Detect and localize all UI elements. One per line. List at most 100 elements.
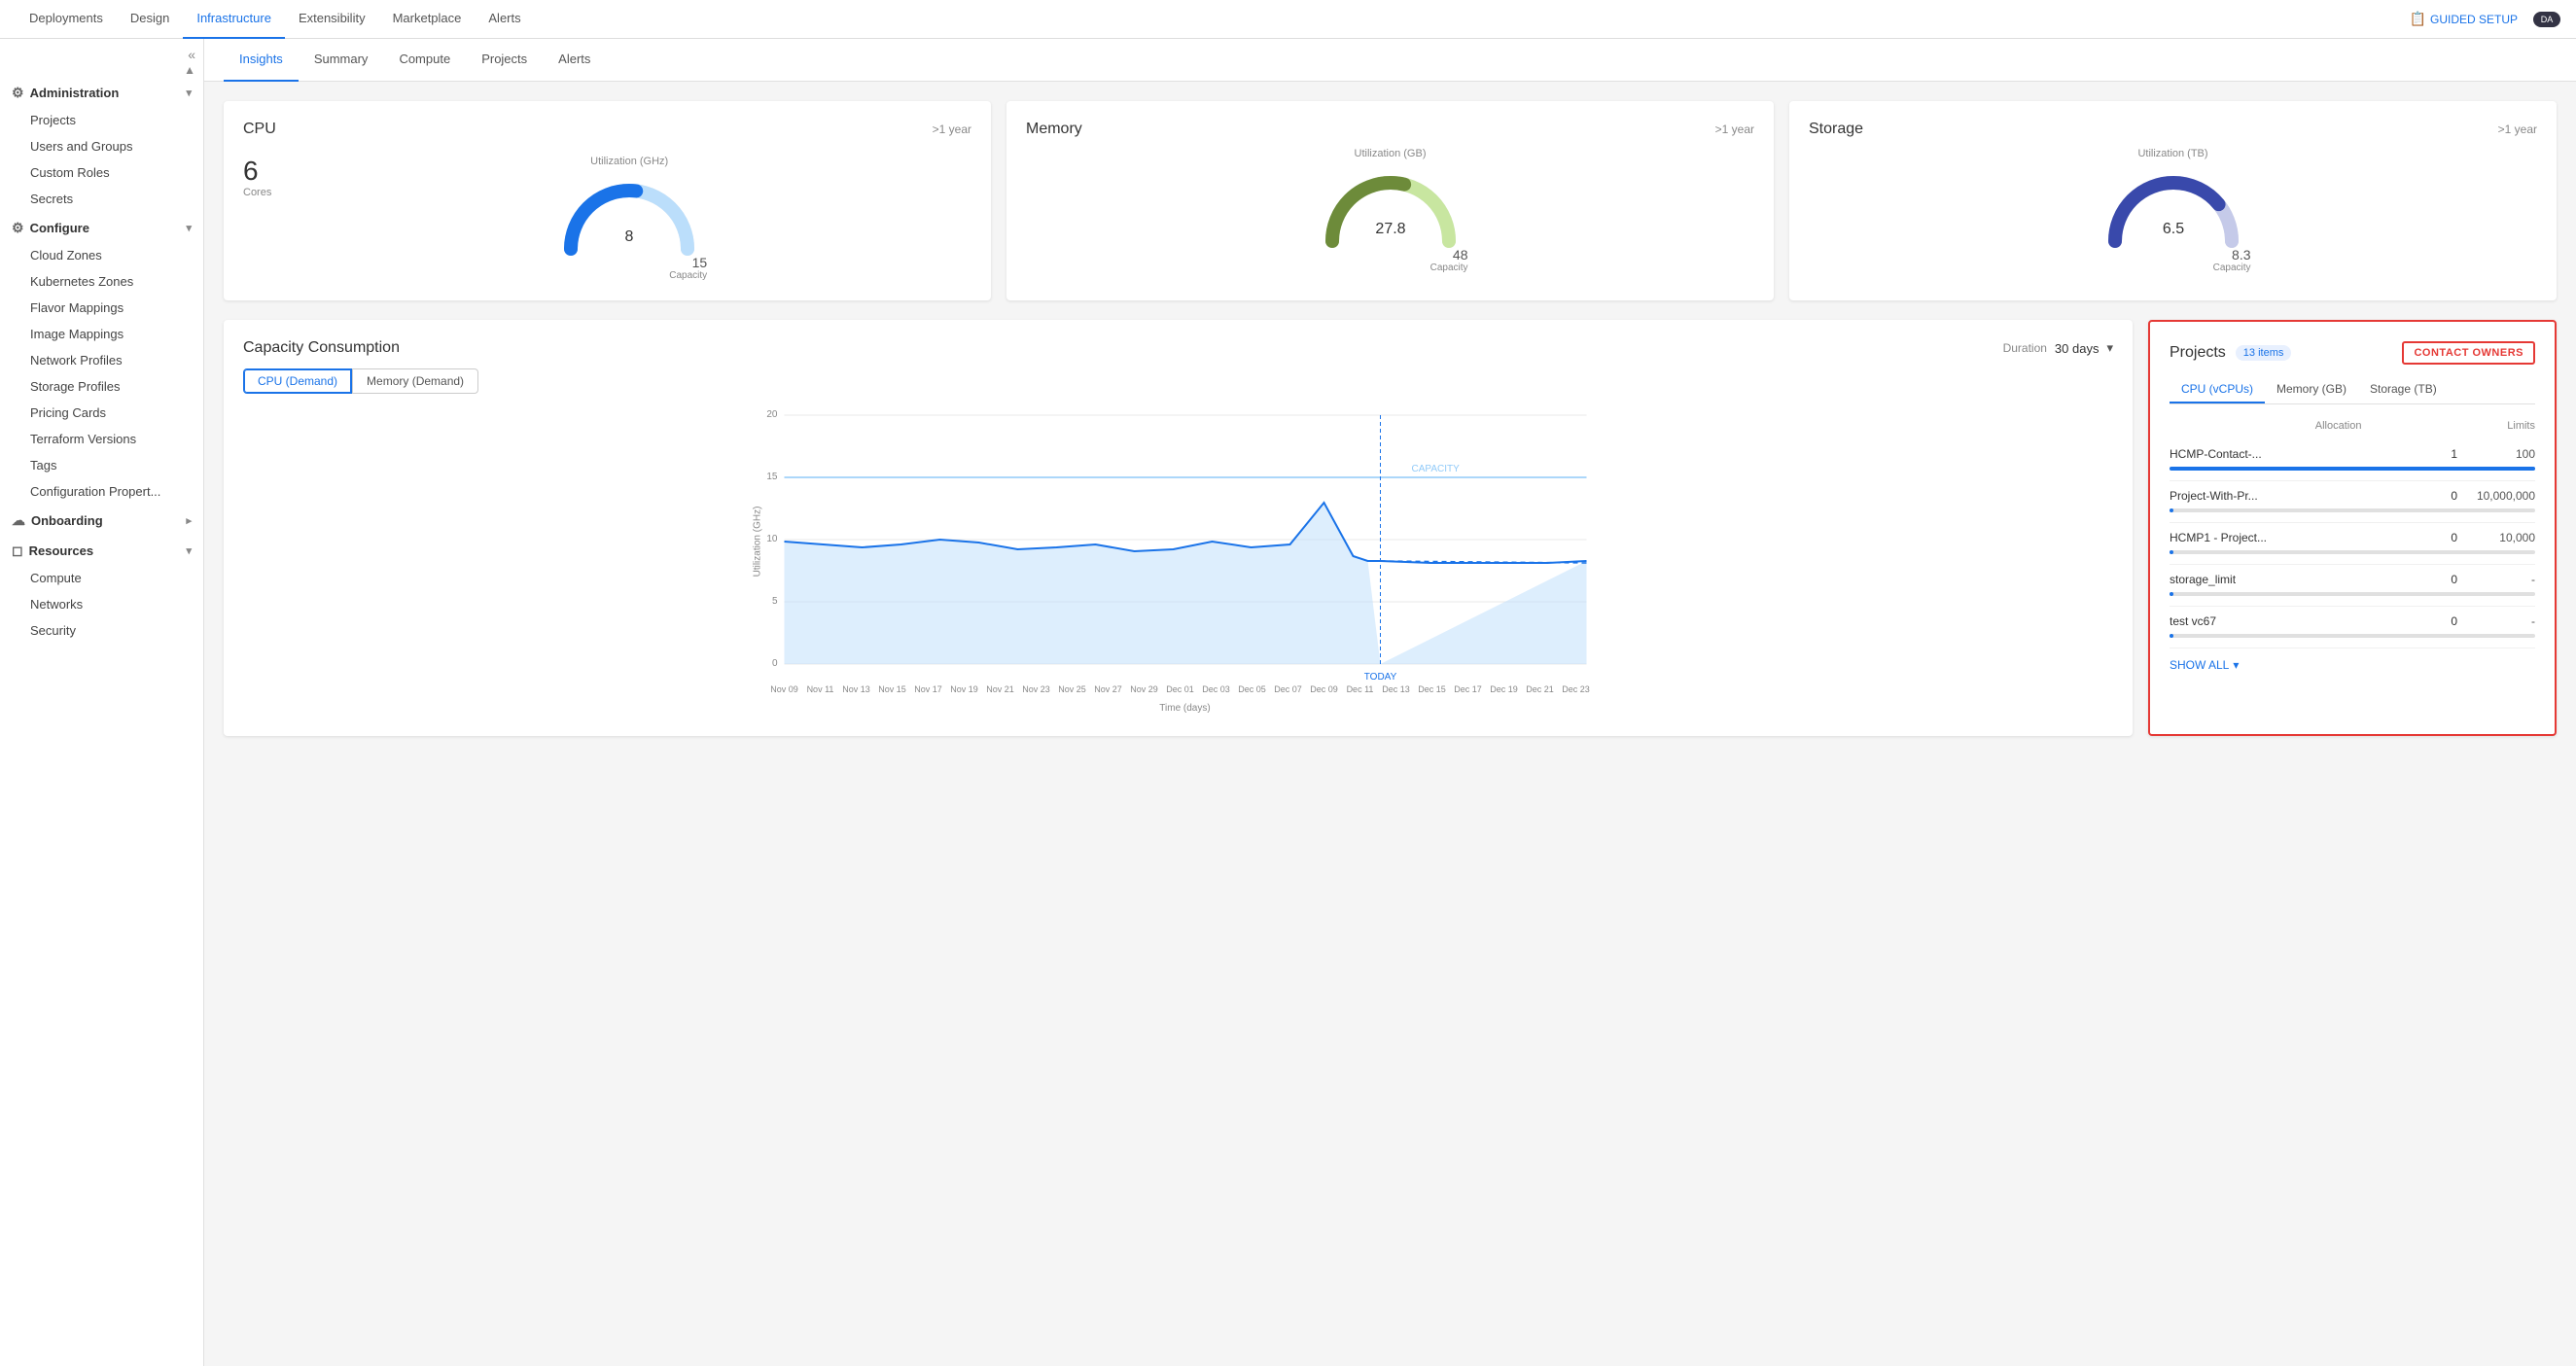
storage-utilization-label: Utilization (TB)	[2137, 148, 2207, 159]
top-nav-item-marketplace[interactable]: Marketplace	[379, 0, 476, 39]
memory-capacity-label: Capacity	[1430, 263, 1468, 273]
top-nav-item-infrastructure[interactable]: Infrastructure	[183, 0, 285, 39]
project-row: HCMP1 - Project... 0 10,000	[2170, 523, 2535, 565]
memory-title: Memory	[1026, 121, 1082, 138]
sidebar-item-pricing-cards[interactable]: Pricing Cards	[0, 400, 203, 426]
group-icon: ⚙	[12, 220, 24, 236]
sidebar-group-configure[interactable]: ⚙Configure▾	[0, 212, 203, 242]
top-nav-item-alerts[interactable]: Alerts	[475, 0, 534, 39]
svg-text:Dec 15: Dec 15	[1418, 684, 1446, 694]
sidebar-item-configuration-propert-[interactable]: Configuration Propert...	[0, 478, 203, 505]
svg-text:Dec 11: Dec 11	[1347, 684, 1374, 694]
contact-owners-button[interactable]: CONTACT OWNERS	[2402, 341, 2535, 365]
chevron-icon: ▾	[186, 87, 192, 99]
chart-tab-memory-demand-[interactable]: Memory (Demand)	[352, 368, 478, 394]
sidebar-group-administration[interactable]: ⚙Administration▾	[0, 77, 203, 107]
cpu-title: CPU	[243, 121, 276, 138]
svg-text:Dec 21: Dec 21	[1526, 684, 1554, 694]
svg-text:Dec 05: Dec 05	[1238, 684, 1266, 694]
svg-text:Dec 01: Dec 01	[1166, 684, 1194, 694]
project-bar-bg	[2170, 634, 2535, 638]
sidebar-item-compute[interactable]: Compute	[0, 565, 203, 591]
storage-title: Storage	[1809, 121, 1863, 138]
sidebar-item-flavor-mappings[interactable]: Flavor Mappings	[0, 295, 203, 321]
sidebar-item-networks[interactable]: Networks	[0, 591, 203, 617]
chart-tab-cpu-demand-[interactable]: CPU (Demand)	[243, 368, 352, 394]
svg-text:Dec 13: Dec 13	[1382, 684, 1410, 694]
project-bar-fill	[2170, 467, 2535, 471]
svg-text:27.8: 27.8	[1375, 221, 1405, 237]
memory-gauge-svg: 27.8	[1313, 163, 1468, 251]
sub-nav: InsightsSummaryComputeProjectsAlerts	[204, 39, 2576, 82]
sidebar-collapse-button[interactable]: «	[188, 47, 195, 62]
group-icon: ⚙	[12, 85, 24, 101]
chevron-icon: ▾	[186, 544, 192, 557]
project-allocation: 0	[2409, 489, 2457, 503]
projects-tab-storage-tb-[interactable]: Storage (TB)	[2358, 376, 2449, 403]
sub-nav-item-insights[interactable]: Insights	[224, 39, 299, 82]
sidebar-scroll-up-button[interactable]: ▲	[184, 63, 195, 77]
top-nav-item-design[interactable]: Design	[117, 0, 183, 39]
svg-text:5: 5	[772, 596, 778, 607]
project-name: HCMP1 - Project...	[2170, 531, 2409, 544]
project-bar-bg	[2170, 592, 2535, 596]
svg-text:6.5: 6.5	[2162, 221, 2183, 237]
top-nav-item-extensibility[interactable]: Extensibility	[285, 0, 379, 39]
project-allocation: 1	[2409, 447, 2457, 461]
svg-text:Nov 29: Nov 29	[1130, 684, 1158, 694]
svg-text:Nov 11: Nov 11	[807, 684, 834, 694]
project-bar-fill	[2170, 508, 2173, 512]
project-name: storage_limit	[2170, 573, 2409, 586]
sidebar-item-users-and-groups[interactable]: Users and Groups	[0, 133, 203, 159]
cpu-cores-value: 6	[243, 156, 271, 187]
group-icon: ◻	[12, 543, 23, 559]
project-limit: 10,000,000	[2457, 489, 2535, 503]
sidebar-item-custom-roles[interactable]: Custom Roles	[0, 159, 203, 186]
sidebar-item-security[interactable]: Security	[0, 617, 203, 644]
sidebar-item-projects[interactable]: Projects	[0, 107, 203, 133]
sidebar-item-kubernetes-zones[interactable]: Kubernetes Zones	[0, 268, 203, 295]
projects-tab-cpu-vcpus-[interactable]: CPU (vCPUs)	[2170, 376, 2265, 403]
sub-nav-item-compute[interactable]: Compute	[383, 39, 466, 82]
allocation-header: Allocation	[2315, 420, 2362, 432]
svg-text:Nov 21: Nov 21	[986, 684, 1014, 694]
svg-text:Nov 27: Nov 27	[1094, 684, 1122, 694]
sidebar-item-terraform-versions[interactable]: Terraform Versions	[0, 426, 203, 452]
capacity-chart-svg: 20 15 10 5 0 Utilization (GHz)	[243, 405, 2113, 717]
sidebar-item-storage-profiles[interactable]: Storage Profiles	[0, 373, 203, 400]
projects-title: Projects	[2170, 344, 2226, 362]
project-row: Project-With-Pr... 0 10,000,000	[2170, 481, 2535, 523]
sub-nav-item-projects[interactable]: Projects	[466, 39, 543, 82]
main-content: InsightsSummaryComputeProjectsAlerts CPU…	[204, 39, 2576, 1366]
dark-mode-toggle[interactable]: DA	[2533, 12, 2560, 27]
sidebar-item-network-profiles[interactable]: Network Profiles	[0, 347, 203, 373]
sidebar-item-tags[interactable]: Tags	[0, 452, 203, 478]
guided-setup-link[interactable]: 📋 GUIDED SETUP	[2410, 11, 2518, 27]
svg-text:Dec 19: Dec 19	[1490, 684, 1518, 694]
sidebar-group-onboarding[interactable]: ☁Onboarding▸	[0, 505, 203, 535]
chart-title: Capacity Consumption	[243, 339, 400, 357]
sub-nav-item-alerts[interactable]: Alerts	[543, 39, 606, 82]
svg-text:Nov 25: Nov 25	[1058, 684, 1086, 694]
sidebar-item-image-mappings[interactable]: Image Mappings	[0, 321, 203, 347]
svg-text:Nov 09: Nov 09	[770, 684, 798, 694]
sub-nav-item-summary[interactable]: Summary	[299, 39, 384, 82]
svg-text:TODAY: TODAY	[1364, 672, 1397, 683]
project-bar-bg	[2170, 550, 2535, 554]
projects-tab-memory-gb-[interactable]: Memory (GB)	[2265, 376, 2358, 403]
project-limit: 100	[2457, 447, 2535, 461]
svg-text:Nov 17: Nov 17	[914, 684, 942, 694]
duration-value: 30 days	[2055, 341, 2100, 356]
sidebar-group-resources[interactable]: ◻Resources▾	[0, 535, 203, 565]
show-all-button[interactable]: SHOW ALL ▾	[2170, 648, 2535, 672]
top-nav-item-deployments[interactable]: Deployments	[16, 0, 117, 39]
sidebar-item-secrets[interactable]: Secrets	[0, 186, 203, 212]
cpu-timerange: >1 year	[933, 123, 971, 136]
duration-dropdown-icon[interactable]: ▾	[2106, 340, 2113, 356]
project-limit: 10,000	[2457, 531, 2535, 544]
svg-text:15: 15	[766, 472, 778, 482]
project-name: HCMP-Contact-...	[2170, 447, 2409, 461]
sidebar-item-cloud-zones[interactable]: Cloud Zones	[0, 242, 203, 268]
guided-setup-label: GUIDED SETUP	[2430, 13, 2518, 26]
storage-capacity-label: Capacity	[2213, 263, 2251, 273]
